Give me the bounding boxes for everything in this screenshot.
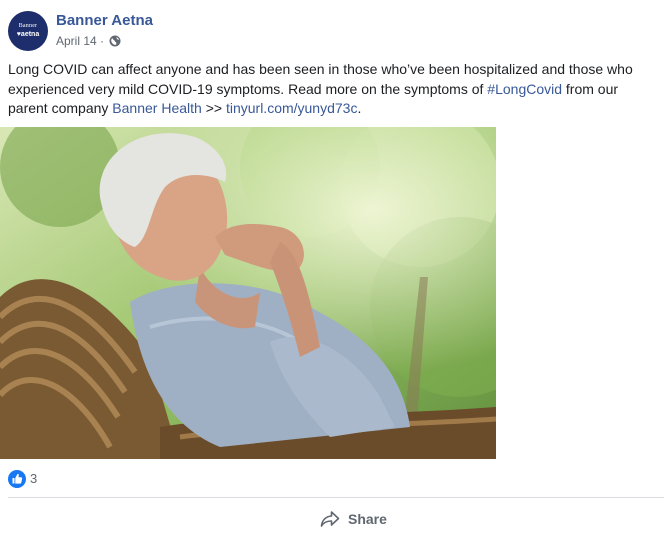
- avatar-logo-line1: Banner: [18, 23, 38, 29]
- hashtag-link[interactable]: #LongCovid: [487, 81, 562, 97]
- actions-divider: [8, 497, 664, 498]
- author-name[interactable]: Banner Aetna: [56, 12, 153, 29]
- post-meta: April 14 ·: [56, 33, 121, 49]
- avatar-logo-line2: ♥aetna: [16, 31, 40, 38]
- post-text-part3: >>: [201, 100, 226, 116]
- meta-separator: ·: [100, 33, 105, 48]
- share-label: Share: [348, 511, 387, 527]
- reaction-count: 3: [30, 471, 38, 486]
- post-header: Banner ♥aetna Banner Aetna April 14 ·: [8, 8, 668, 54]
- globe-icon[interactable]: [109, 35, 121, 47]
- share-button[interactable]: Share: [320, 506, 390, 532]
- facebook-post: Banner ♥aetna Banner Aetna April 14 · Lo…: [0, 0, 672, 534]
- mention-link[interactable]: Banner Health: [112, 100, 202, 116]
- url-link[interactable]: tinyurl.com/yunyd73c: [226, 100, 358, 116]
- post-date[interactable]: April 14: [56, 34, 97, 48]
- post-text-part4: .: [357, 100, 362, 116]
- post-photo[interactable]: [0, 127, 496, 459]
- share-icon: [320, 511, 340, 527]
- post-text: Long COVID can affect anyone and has bee…: [8, 60, 658, 119]
- photo-illustration: [0, 127, 496, 459]
- avatar[interactable]: Banner ♥aetna: [8, 11, 48, 51]
- like-icon: [8, 470, 26, 488]
